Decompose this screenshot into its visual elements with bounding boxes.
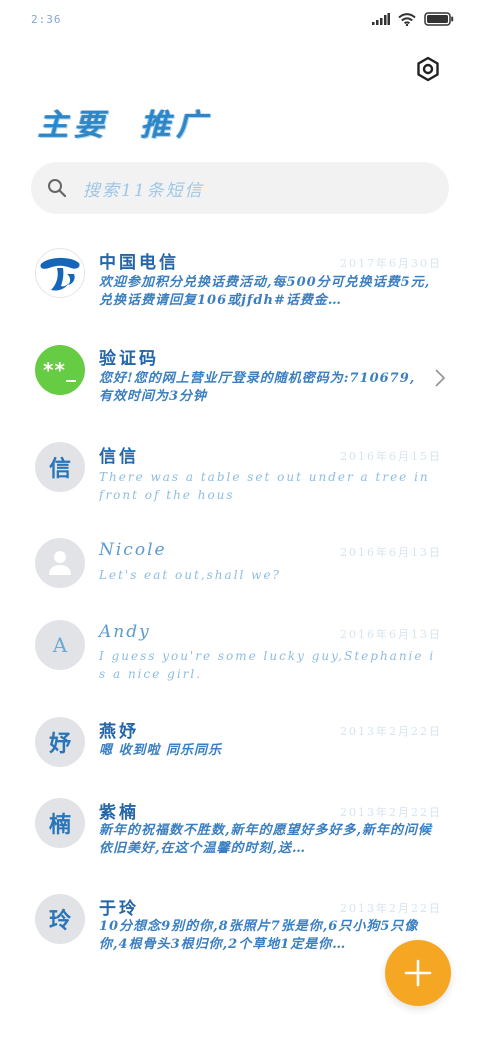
sender-name: 于玲 xyxy=(99,899,139,919)
avatar-text: A xyxy=(52,633,68,657)
gear-icon xyxy=(417,56,439,82)
list-item[interactable]: **_ 验证码 您好!您的网上营业厅登录的随机密码为:710679,有效时间为3… xyxy=(0,332,480,420)
avatar-text: 玲 xyxy=(48,908,71,934)
status-bar: 2:36 xyxy=(0,0,480,40)
status-time: 2:36 xyxy=(31,13,62,26)
message-preview: 新年的祝福数不胜数,新年的愿望好多好多,新年的问候依旧美好,在这个温馨的时刻,送… xyxy=(99,823,433,856)
avatar-text: **_ xyxy=(43,358,77,382)
sender-name: 紫楠 xyxy=(99,803,139,823)
message-date: 2016年6月13日 xyxy=(340,546,442,559)
china-telecom-logo xyxy=(40,257,80,291)
list-item[interactable]: 信 信信 2016年6月15日 There was a table set ou… xyxy=(0,428,480,516)
message-date: 2016年6月15日 xyxy=(340,450,442,463)
sender-name: 验证码 xyxy=(99,349,159,369)
avatar-text: 信 xyxy=(48,456,71,482)
message-preview: 欢迎参加积分兑换话费活动,每500分可兑换话费5元,兑换话费请回复106或jfd… xyxy=(99,275,431,308)
list-item[interactable]: 中国电信 2017年6月30日 欢迎参加积分兑换话费活动,每500分可兑换话费5… xyxy=(0,236,480,324)
avatar: 妤 xyxy=(35,717,85,767)
plus-icon xyxy=(404,959,432,987)
message-preview: 嗯 收到啦 同乐同乐 xyxy=(99,743,223,758)
message-date: 2017年6月30日 xyxy=(340,257,442,270)
search-icon xyxy=(48,179,67,198)
message-date: 2016年6月13日 xyxy=(340,628,442,641)
search-input[interactable]: 搜索11条短信 xyxy=(31,162,449,214)
new-message-button[interactable] xyxy=(385,940,451,1006)
avatar: 楠 xyxy=(35,798,85,848)
message-date: 2013年2月22日 xyxy=(340,902,442,915)
message-preview: 您好!您的网上营业厅登录的随机密码为:710679,有效时间为3分钟 xyxy=(99,371,416,404)
status-icons xyxy=(372,12,454,26)
sender-name: 信信 xyxy=(99,447,139,467)
message-preview: There was a table set out under a tree i… xyxy=(99,470,430,502)
avatar: A xyxy=(35,620,85,670)
settings-button[interactable] xyxy=(414,55,442,83)
avatar: **_ xyxy=(35,345,85,395)
avatar: 信 xyxy=(35,442,85,492)
list-item[interactable]: 妤 燕妤 2013年2月22日 嗯 收到啦 同乐同乐 xyxy=(0,704,480,792)
message-preview: 10分想念9别的你,8张照片7张是你,6只小狗5只像你,4根骨头3根归你,2个草… xyxy=(99,919,419,952)
avatar: 玲 xyxy=(35,894,85,944)
sender-name: Andy xyxy=(99,622,151,642)
battery-icon xyxy=(424,12,454,26)
avatar-text: 楠 xyxy=(48,812,71,838)
avatar xyxy=(35,248,85,298)
person-icon xyxy=(49,551,71,575)
page-title: 主要 推广 xyxy=(38,108,213,143)
wifi-icon xyxy=(398,12,416,26)
sender-name: 燕妤 xyxy=(99,722,139,742)
message-date: 2013年2月22日 xyxy=(340,725,442,738)
message-date: 2013年2月22日 xyxy=(340,806,442,819)
sender-name: 中国电信 xyxy=(99,253,179,273)
chevron-right-icon xyxy=(435,369,446,387)
avatar-text: 妤 xyxy=(48,731,71,757)
message-preview: I guess you're some lucky guy,Stephanie … xyxy=(99,649,436,681)
list-item[interactable]: A Andy 2016年6月13日 I guess you're some lu… xyxy=(0,608,480,696)
list-item[interactable]: Nicole 2016年6月13日 Let's eat out,shall we… xyxy=(0,524,480,612)
avatar xyxy=(35,538,85,588)
search-placeholder: 搜索11条短信 xyxy=(83,180,204,201)
sender-name: Nicole xyxy=(99,540,167,560)
message-preview: Let's eat out,shall we? xyxy=(99,568,281,582)
signal-icon xyxy=(372,13,390,25)
list-item[interactable]: 楠 紫楠 2013年2月22日 新年的祝福数不胜数,新年的愿望好多好多,新年的问… xyxy=(0,788,480,876)
